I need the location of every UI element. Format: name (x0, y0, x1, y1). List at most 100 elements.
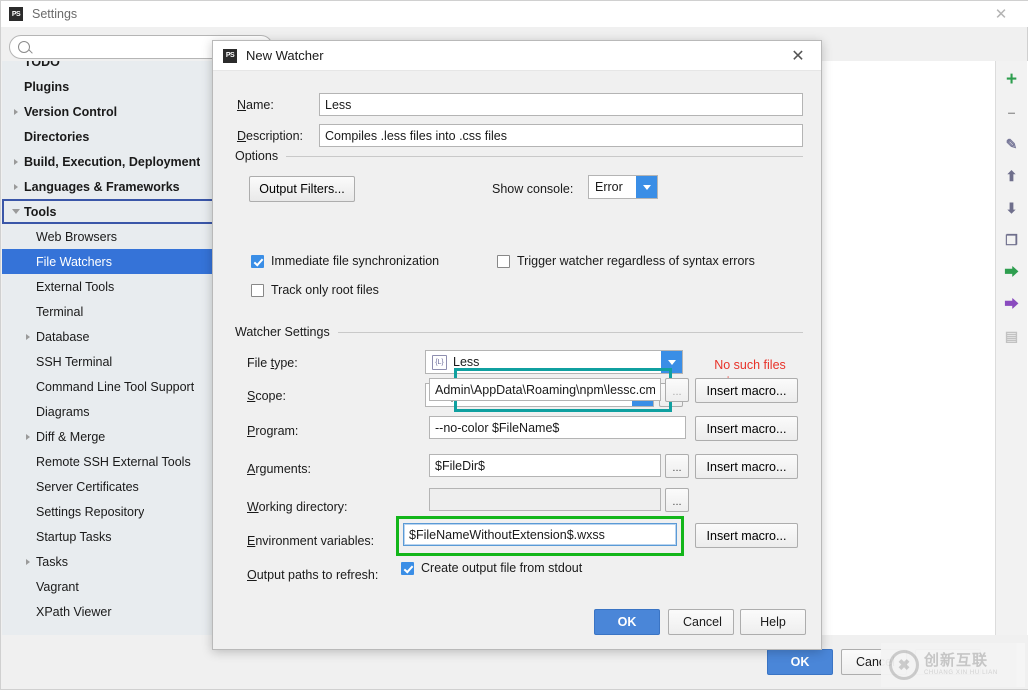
arguments-label: Arguments: (247, 462, 311, 476)
file-watchers-toolbar[interactable]: + – ✎ ⬆ ⬇ ❐ ⮕ ⮕ ▤ (995, 61, 1027, 637)
scope-warning-line1: No such files (695, 357, 805, 374)
dialog-ok-button[interactable]: OK (594, 609, 660, 635)
search-icon (18, 41, 30, 53)
arguments-insert-macro-button[interactable]: Insert macro... (695, 416, 798, 441)
sidebar-item-command-line-tool-support[interactable]: Command Line Tool Support (2, 374, 214, 399)
settings-ok-button[interactable]: OK (767, 649, 833, 675)
chevron-right-icon[interactable] (20, 334, 36, 340)
chevron-right-icon[interactable] (8, 159, 24, 165)
working-directory-insert-macro-button[interactable]: Insert macro... (695, 454, 798, 479)
sidebar-item-tools[interactable]: Tools (2, 199, 214, 224)
add-icon[interactable]: + (1001, 69, 1023, 91)
name-input[interactable] (319, 93, 803, 116)
sidebar-item-label: Tools (24, 205, 56, 219)
sidebar-item-label: External Tools (36, 280, 114, 294)
settings-titlebar: PS Settings ✕ (1, 1, 1028, 27)
trigger-regardless-checkbox[interactable] (497, 255, 510, 268)
dialog-help-button[interactable]: Help (740, 609, 806, 635)
working-directory-input[interactable] (429, 454, 661, 477)
sidebar-item-label: Remote SSH External Tools (36, 455, 191, 469)
sidebar-item-label: Build, Execution, Deployment (24, 155, 200, 169)
sidebar-item-tasks[interactable]: Tasks (2, 549, 214, 574)
export-icon[interactable]: ⮕ (1001, 293, 1023, 315)
sidebar-item-version-control[interactable]: Version Control (2, 99, 214, 124)
immediate-sync-checkbox-row[interactable]: Immediate file synchronization (251, 254, 439, 268)
program-browse-button[interactable]: ... (665, 378, 689, 402)
program-input[interactable] (429, 378, 661, 401)
move-up-icon[interactable]: ⬆ (1001, 165, 1023, 187)
sidebar-item-todo[interactable]: TODO (2, 61, 214, 74)
sidebar-item-label: Plugins (24, 80, 69, 94)
watermark: ✖ 创新互联 CHUANG XIN HU LIAN (881, 643, 1025, 687)
sidebar-item-languages-frameworks[interactable]: Languages & Frameworks (2, 174, 214, 199)
sidebar-item-label: SSH Terminal (36, 355, 112, 369)
working-directory-browse-button[interactable]: ... (665, 454, 689, 478)
output-filters-button[interactable]: Output Filters... (249, 176, 355, 202)
scope-label: Scope: (247, 389, 286, 403)
remove-icon[interactable]: – (1001, 101, 1023, 123)
sidebar-item-diagrams[interactable]: Diagrams (2, 399, 214, 424)
sidebar-item-plugins[interactable]: Plugins (2, 74, 214, 99)
sidebar-item-remote-ssh-external-tools[interactable]: Remote SSH External Tools (2, 449, 214, 474)
sidebar-item-ssh-terminal[interactable]: SSH Terminal (2, 349, 214, 374)
chevron-right-icon[interactable] (20, 434, 36, 440)
chevron-right-icon[interactable] (8, 109, 24, 115)
file-type-label: File type: (247, 356, 298, 370)
chevron-right-icon[interactable] (20, 559, 36, 565)
file-type-value: Less (453, 355, 479, 369)
chevron-down-icon[interactable] (636, 176, 657, 198)
sidebar-item-startup-tasks[interactable]: Startup Tasks (2, 524, 214, 549)
trigger-regardless-checkbox-row[interactable]: Trigger watcher regardless of syntax err… (497, 254, 755, 268)
sidebar-item-server-certificates[interactable]: Server Certificates (2, 474, 214, 499)
sidebar-item-label: Directories (24, 130, 89, 144)
sidebar-item-label: Tasks (36, 555, 68, 569)
sidebar-item-database[interactable]: Database (2, 324, 214, 349)
sidebar-item-terminal[interactable]: Terminal (2, 299, 214, 324)
chevron-right-icon[interactable] (8, 184, 24, 190)
show-console-select[interactable]: Error (588, 175, 658, 199)
chevron-down-icon[interactable] (661, 351, 682, 373)
settings-sidebar[interactable]: TODO Plugins Version Control Directories Bui… (2, 61, 215, 637)
sidebar-item-build-execution-deployment[interactable]: Build, Execution, Deployment (2, 149, 214, 174)
environment-variables-browse-button[interactable]: ... (665, 488, 689, 512)
create-output-file-checkbox-row[interactable]: Create output file from stdout (401, 561, 582, 575)
close-icon[interactable]: ✕ (779, 41, 817, 71)
sidebar-item-vagrant[interactable]: Vagrant (2, 574, 214, 599)
sidebar-item-file-watchers[interactable]: File Watchers (2, 249, 214, 274)
copy-icon[interactable]: ❐ (1001, 229, 1023, 251)
trigger-regardless-label: Trigger watcher regardless of syntax err… (517, 254, 755, 268)
arguments-input[interactable] (429, 416, 686, 439)
sidebar-item-label: Database (36, 330, 90, 344)
immediate-sync-checkbox[interactable] (251, 255, 264, 268)
description-input[interactable] (319, 124, 803, 147)
immediate-sync-label: Immediate file synchronization (271, 254, 439, 268)
sidebar-item-directories[interactable]: Directories (2, 124, 214, 149)
output-paths-insert-macro-button[interactable]: Insert macro... (695, 523, 798, 548)
sidebar-item-label: Diagrams (36, 405, 90, 419)
track-only-root-checkbox-row[interactable]: Track only root files (251, 283, 379, 297)
sidebar-item-label: Vagrant (36, 580, 79, 594)
chevron-down-icon[interactable] (8, 209, 24, 214)
create-output-file-checkbox[interactable] (401, 562, 414, 575)
program-insert-macro-button[interactable]: Insert macro... (695, 378, 798, 403)
move-down-icon[interactable]: ⬇ (1001, 197, 1023, 219)
environment-variables-input[interactable] (429, 488, 661, 511)
program-label: Program: (247, 424, 298, 438)
track-only-root-label: Track only root files (271, 283, 379, 297)
sidebar-item-external-tools[interactable]: External Tools (2, 274, 214, 299)
filter-icon[interactable]: ▤ (1001, 325, 1023, 347)
sidebar-item-settings-repository[interactable]: Settings Repository (2, 499, 214, 524)
sidebar-item-diff-merge[interactable]: Diff & Merge (2, 424, 214, 449)
name-row: Name: (237, 93, 803, 116)
edit-pencil-icon[interactable]: ✎ (1001, 133, 1023, 155)
phpstorm-icon: PS (9, 7, 23, 21)
sidebar-item-web-browsers[interactable]: Web Browsers (2, 224, 214, 249)
sidebar-item-xpath-viewer[interactable]: XPath Viewer (2, 599, 214, 624)
track-only-root-checkbox[interactable] (251, 284, 264, 297)
dialog-cancel-button[interactable]: Cancel (668, 609, 734, 635)
output-paths-input[interactable] (403, 523, 677, 546)
import-icon[interactable]: ⮕ (1001, 261, 1023, 283)
close-icon[interactable]: ✕ (979, 1, 1023, 27)
sidebar-item-label: XPath Viewer (36, 605, 112, 619)
watcher-settings-section-header: Watcher Settings (235, 325, 803, 339)
